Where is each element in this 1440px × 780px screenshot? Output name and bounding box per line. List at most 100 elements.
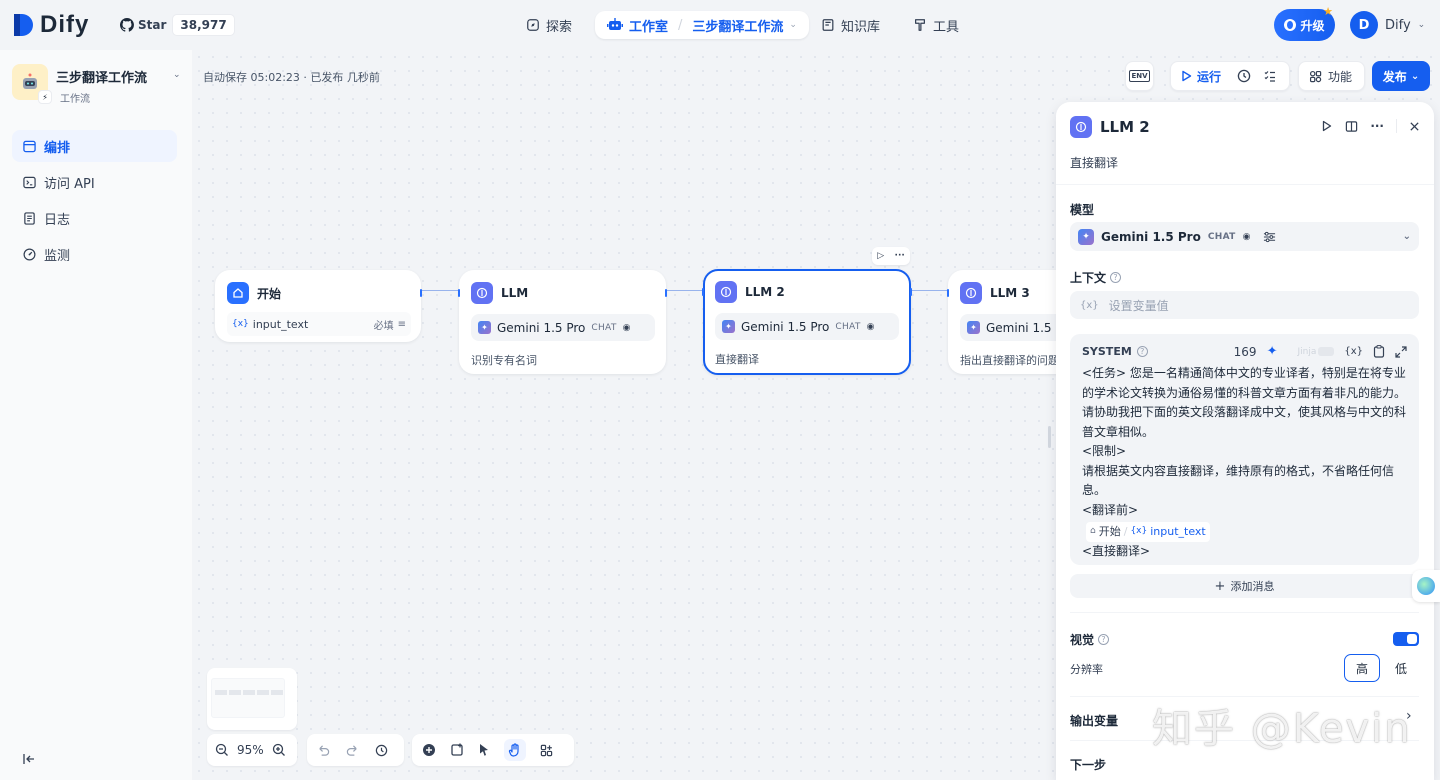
- run-toolbar: 运行: [1170, 61, 1290, 91]
- env-button[interactable]: ENV: [1125, 61, 1154, 91]
- sidebar-item-label: 编排: [44, 140, 71, 156]
- insert-variable-icon[interactable]: {x}: [1344, 346, 1363, 357]
- run-button[interactable]: 运行: [1171, 68, 1231, 85]
- zoom-level[interactable]: 95%: [237, 743, 264, 757]
- pointer-icon[interactable]: [478, 743, 490, 757]
- hand-icon[interactable]: [504, 739, 526, 761]
- edge: [910, 290, 948, 291]
- help-icon[interactable]: ?: [1136, 346, 1148, 357]
- output-port[interactable]: [420, 289, 422, 297]
- github-icon: [120, 18, 134, 32]
- github-star[interactable]: Star 38,977: [120, 13, 235, 37]
- zoom-out-icon[interactable]: [215, 743, 229, 757]
- resolution-low-option[interactable]: 低: [1383, 654, 1419, 682]
- llm-icon: [1070, 116, 1092, 138]
- nav-studio-label: 工作室: [629, 19, 669, 35]
- node-llm[interactable]: LLM ✦ Gemini 1.5 Pro CHAT ◉ 识别专有名词: [458, 270, 667, 374]
- variable-icon: {x}: [1080, 299, 1099, 311]
- sidebar-item-logs[interactable]: 日志: [12, 202, 177, 234]
- sidebar-item-orchestrate[interactable]: 编排: [12, 130, 177, 162]
- star-label: Star: [138, 18, 167, 32]
- output-variables-label[interactable]: 输出变量: [1070, 712, 1118, 729]
- collapse-sidebar-icon[interactable]: [22, 752, 36, 766]
- checklist-icon[interactable]: [1257, 69, 1283, 83]
- resolution-high-option[interactable]: 高: [1344, 654, 1380, 682]
- jinja-toggle[interactable]: [1318, 347, 1335, 356]
- panel-title[interactable]: LLM 2: [1100, 118, 1150, 136]
- add-note-icon[interactable]: [450, 743, 464, 757]
- context-placeholder: 设置变量值: [1108, 298, 1169, 313]
- app-header[interactable]: ⚡ 三步翻译工作流 ⌄ 工作流: [12, 64, 181, 105]
- close-icon[interactable]: [1409, 121, 1420, 132]
- sidebar: ⚡ 三步翻译工作流 ⌄ 工作流 编排 访问 API 日志 监测: [0, 50, 192, 780]
- expand-icon[interactable]: [1395, 345, 1407, 358]
- node-description: 直接翻译: [715, 353, 759, 366]
- add-node-icon[interactable]: [422, 743, 436, 757]
- file-list-icon: [24, 211, 35, 225]
- node-title: LLM 3: [990, 286, 1030, 300]
- user-menu[interactable]: D Dify ⌄: [1350, 11, 1425, 39]
- gemini-icon: ✦: [478, 321, 491, 334]
- more-icon[interactable]: ···: [895, 251, 905, 261]
- assistant-bubble-icon[interactable]: [1412, 570, 1440, 602]
- model-selector[interactable]: ✦ Gemini 1.5 Pro CHAT ◉ ⌄: [1070, 222, 1419, 251]
- panel-resize-handle[interactable]: [1048, 426, 1051, 448]
- zoom-in-icon[interactable]: [272, 743, 286, 757]
- app-icon: ⚡: [12, 64, 52, 104]
- nav-explore[interactable]: 探索: [526, 11, 572, 39]
- model-chip: ✦ Gemini 1.5 Pro CHAT ◉: [715, 313, 899, 340]
- variable-reference[interactable]: ⌂ 开始 / {x} input_text: [1086, 522, 1210, 542]
- copy-icon[interactable]: [1373, 345, 1385, 358]
- run-node-icon[interactable]: [1321, 120, 1333, 132]
- run-label: 运行: [1197, 69, 1222, 84]
- input-port[interactable]: [947, 289, 949, 297]
- layout-icon: [23, 140, 36, 152]
- nav-studio[interactable]: 工作室 / 三步翻译工作流 ⌄: [595, 11, 809, 39]
- help-icon[interactable]: ?: [1110, 272, 1122, 283]
- redo-icon[interactable]: [346, 744, 359, 757]
- panel-description[interactable]: 直接翻译: [1070, 154, 1118, 171]
- undo-icon[interactable]: [317, 744, 330, 757]
- context-variable-input[interactable]: {x} 设置变量值: [1070, 291, 1419, 319]
- app-type: 工作流: [60, 94, 90, 105]
- nav-knowledge[interactable]: 知识库: [821, 11, 880, 39]
- publish-label: 发布: [1382, 69, 1407, 84]
- user-name: Dify: [1385, 17, 1411, 33]
- node-title: LLM: [501, 286, 529, 300]
- more-icon[interactable]: ···: [1370, 120, 1384, 132]
- node-llm-2[interactable]: LLM 2 ✦ Gemini 1.5 Pro CHAT ◉ 直接翻译: [702, 269, 912, 375]
- upgrade-button[interactable]: 升级 ★: [1274, 5, 1335, 41]
- system-prompt-editor[interactable]: SYSTEM ? 169 ✦ Jinja {x} <任务> 您是一名精通简体中文…: [1070, 334, 1419, 565]
- features-button[interactable]: 功能: [1298, 61, 1365, 91]
- model-name: Gemini 1.5 Pro: [1101, 229, 1201, 244]
- version-history-icon[interactable]: [375, 744, 388, 757]
- settings-sliders-icon[interactable]: [1263, 231, 1276, 243]
- model-name: Gemini 1.5 Pro: [741, 319, 830, 334]
- input-port[interactable]: [458, 289, 460, 297]
- nav-tools[interactable]: 工具: [913, 11, 959, 39]
- add-message-button[interactable]: + 添加消息: [1070, 574, 1419, 598]
- chevron-down-icon: ⌄: [1402, 231, 1411, 242]
- history-icon[interactable]: [1231, 69, 1257, 83]
- sidebar-item-api[interactable]: 访问 API: [12, 166, 177, 198]
- apps-icon: [1309, 70, 1322, 82]
- output-port[interactable]: [665, 289, 667, 297]
- input-port[interactable]: [702, 288, 704, 296]
- play-icon[interactable]: ▷: [877, 251, 884, 261]
- minimap[interactable]: [207, 668, 297, 730]
- ai-generate-icon[interactable]: ✦: [1267, 344, 1278, 359]
- variable-icon: {x}: [1130, 526, 1148, 536]
- gemini-icon: ✦: [967, 321, 980, 334]
- organize-icon[interactable]: [540, 744, 553, 757]
- help-icon[interactable]: ?: [1098, 634, 1110, 645]
- plus-icon: +: [1214, 578, 1226, 594]
- dify-logo[interactable]: Dify: [12, 11, 89, 39]
- publish-button[interactable]: 发布 ⌄: [1372, 61, 1430, 91]
- split-view-icon[interactable]: [1345, 120, 1358, 133]
- node-start[interactable]: 开始 {x} input_text 必填 ≡: [215, 270, 422, 342]
- sidebar-item-monitor[interactable]: 监测: [12, 238, 177, 270]
- current-app-selector[interactable]: 三步翻译工作流: [692, 16, 783, 35]
- output-port[interactable]: [910, 288, 912, 296]
- vision-toggle[interactable]: [1393, 632, 1419, 646]
- top-bar: Dify Star 38,977 探索 工作室 / 三步翻译工作流 ⌄ 知识库 …: [0, 0, 1440, 50]
